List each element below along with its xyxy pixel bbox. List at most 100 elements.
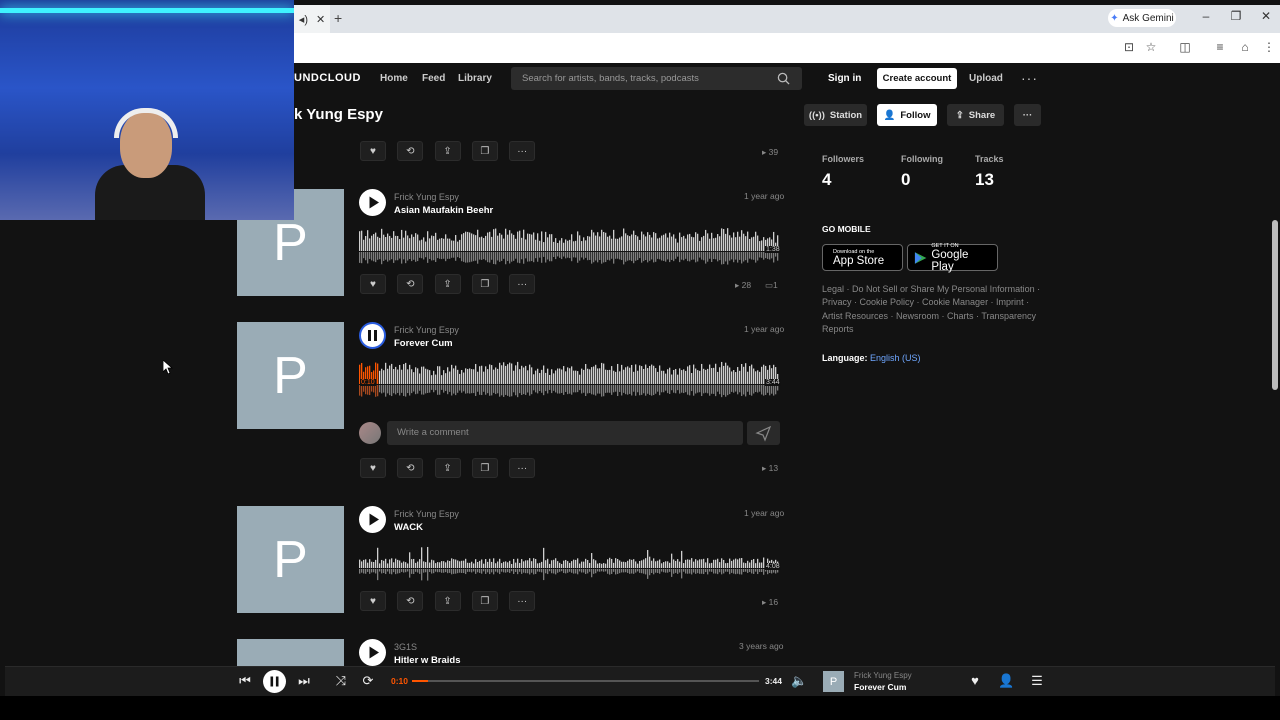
restore-button[interactable]: ❐ — [1228, 9, 1244, 27]
copy-icon[interactable]: ❐ — [471, 274, 498, 294]
track-artwork[interactable]: P — [237, 322, 344, 429]
like-icon[interactable]: ♥ — [967, 673, 983, 689]
waveform[interactable] — [359, 358, 780, 402]
player-artwork[interactable]: P — [823, 671, 844, 692]
share-button[interactable]: ⇪ Share — [947, 104, 1004, 126]
follow-user-icon[interactable]: 👤 — [998, 673, 1014, 689]
waveform-bar — [381, 368, 383, 384]
like-icon[interactable]: ♥ — [360, 591, 386, 611]
waveform-bar-reflection — [687, 385, 689, 395]
comment-input[interactable]: Write a comment — [387, 421, 743, 445]
waveform-bar — [557, 561, 559, 568]
upload-link[interactable]: Upload — [969, 73, 1003, 84]
waveform-bar — [545, 372, 547, 384]
following-label[interactable]: Following — [901, 154, 943, 164]
track-title[interactable]: WACK — [394, 522, 423, 533]
language-selector[interactable]: Language: English (US) — [822, 353, 921, 363]
browser-tab[interactable]: ◂) ✕ — [294, 5, 330, 33]
waveform-bar-reflection — [679, 385, 681, 394]
language-value[interactable]: English (US) — [870, 353, 921, 363]
tracks-count[interactable]: 13 — [975, 170, 994, 190]
track-title[interactable]: Asian Maufakin Beehr — [394, 205, 493, 216]
search-icon[interactable] — [777, 72, 790, 85]
app-store-badge[interactable]: Download on the App Store — [822, 244, 903, 271]
track-artist[interactable]: Frick Yung Espy — [394, 325, 459, 335]
scrollbar[interactable] — [1272, 220, 1278, 390]
search-input[interactable]: Search for artists, bands, tracks, podca… — [511, 67, 802, 90]
share-icon[interactable]: ⇪ — [434, 591, 461, 611]
share-icon[interactable]: ⇪ — [434, 458, 461, 478]
waveform[interactable] — [359, 542, 780, 586]
profile-more-button[interactable]: ··· — [1014, 104, 1041, 126]
sign-in-link[interactable]: Sign in — [828, 73, 861, 84]
repeat-icon[interactable]: ⟳ — [360, 673, 376, 689]
like-icon[interactable]: ♥ — [360, 274, 386, 294]
copy-icon[interactable]: ❐ — [471, 141, 498, 161]
like-icon[interactable]: ♥ — [360, 458, 386, 478]
waveform-bar-reflection — [591, 385, 593, 395]
repost-icon[interactable]: ⟲ — [397, 458, 424, 478]
track-artwork[interactable]: P — [237, 506, 344, 613]
followers-label[interactable]: Followers — [822, 154, 864, 164]
minimize-button[interactable]: – — [1198, 9, 1214, 27]
nav-home[interactable]: Home — [380, 73, 408, 84]
bookmark-star-icon[interactable]: ☆ — [1144, 40, 1158, 54]
track-artist[interactable]: Frick Yung Espy — [394, 192, 459, 202]
player-pause-button[interactable] — [263, 670, 286, 693]
legal-links[interactable]: Legal · Do Not Sell or Share My Personal… — [822, 283, 1044, 336]
shuffle-icon[interactable]: ⤨ — [333, 673, 349, 689]
like-icon[interactable]: ♥ — [360, 141, 386, 161]
copy-icon[interactable]: ❐ — [471, 458, 498, 478]
repost-icon[interactable]: ⟲ — [397, 274, 424, 294]
next-icon[interactable]: ⏭ — [296, 673, 312, 689]
header-more-icon[interactable]: ··· — [1021, 70, 1038, 86]
share-icon[interactable]: ⇪ — [434, 141, 461, 161]
nav-library[interactable]: Library — [458, 73, 492, 84]
window-close-button[interactable]: ✕ — [1258, 9, 1274, 27]
player-title[interactable]: Forever Cum — [854, 682, 906, 692]
more-icon[interactable]: ··· — [509, 458, 536, 478]
media-controls-icon[interactable]: ≡ — [1213, 40, 1227, 54]
google-play-badge[interactable]: GET IT ON Google Play — [907, 243, 998, 273]
copy-icon[interactable]: ❐ — [471, 591, 498, 611]
more-icon[interactable]: ··· — [509, 591, 536, 611]
soundcloud-logo[interactable]: UNDCLOUD — [294, 72, 361, 84]
track-artist[interactable]: 3G1S — [394, 642, 417, 652]
tracks-label[interactable]: Tracks — [975, 154, 1004, 164]
split-view-icon[interactable]: ◫ — [1178, 40, 1192, 54]
install-icon[interactable]: ⊡ — [1122, 40, 1136, 54]
play-button[interactable] — [359, 189, 386, 216]
play-button[interactable] — [359, 639, 386, 666]
waveform[interactable] — [359, 225, 780, 269]
follow-button[interactable]: 👤 Follow — [877, 104, 937, 126]
more-icon[interactable]: ··· — [509, 141, 536, 161]
track-title[interactable]: Forever Cum — [394, 338, 453, 349]
extensions-icon[interactable]: ⌂ — [1238, 40, 1252, 54]
waveform-bar — [519, 230, 521, 251]
ask-gemini-button[interactable]: ✦ Ask Gemini — [1108, 9, 1176, 27]
more-icon[interactable]: ··· — [509, 274, 536, 294]
player-artist[interactable]: Frick Yung Espy — [854, 671, 912, 680]
repost-icon[interactable]: ⟲ — [397, 591, 424, 611]
nav-feed[interactable]: Feed — [422, 73, 445, 84]
progress-bar[interactable] — [412, 680, 759, 682]
waveform-bar-reflection — [495, 569, 497, 572]
track-artwork[interactable] — [237, 639, 344, 666]
create-account-button[interactable]: Create account — [877, 68, 957, 89]
pause-button[interactable] — [359, 322, 386, 349]
track-title[interactable]: Hitler w Braids — [394, 655, 461, 666]
queue-icon[interactable]: ☰ — [1029, 673, 1045, 689]
share-icon[interactable]: ⇪ — [434, 274, 461, 294]
send-comment-button[interactable] — [747, 421, 780, 445]
followers-count[interactable]: 4 — [822, 170, 831, 190]
play-button[interactable] — [359, 506, 386, 533]
following-count[interactable]: 0 — [901, 170, 910, 190]
track-artist[interactable]: Frick Yung Espy — [394, 509, 459, 519]
new-tab-button[interactable]: + — [334, 10, 348, 26]
station-button[interactable]: ((•)) Station — [804, 104, 867, 126]
tab-close-icon[interactable]: ✕ — [316, 13, 325, 26]
repost-icon[interactable]: ⟲ — [397, 141, 424, 161]
previous-icon[interactable]: ⏮ — [237, 673, 253, 689]
browser-menu-icon[interactable]: ⋮ — [1262, 40, 1276, 54]
volume-icon[interactable]: 🔈 — [791, 673, 807, 689]
